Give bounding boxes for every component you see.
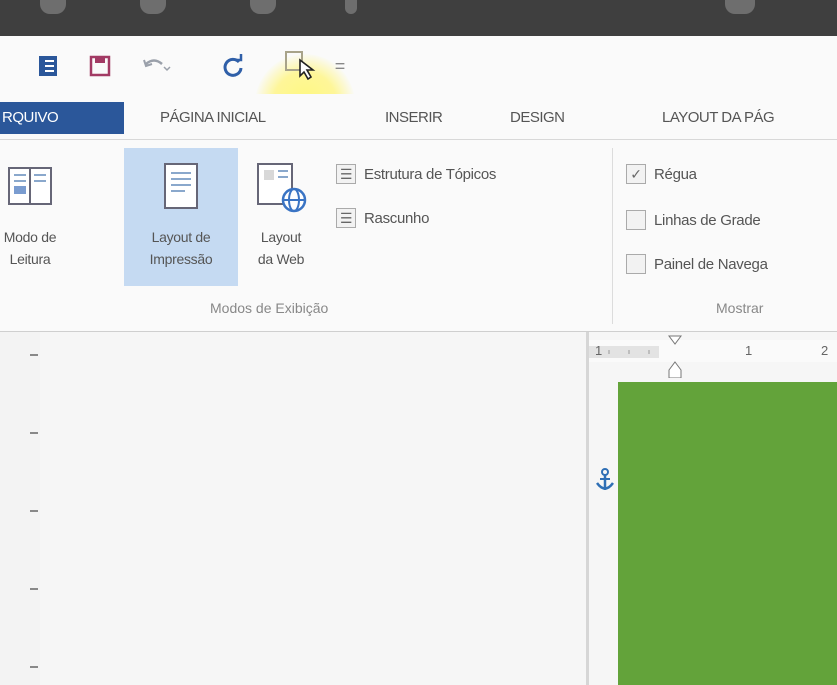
draft-icon: ☰ xyxy=(336,208,356,228)
read-mode-label: Modo de Leitura xyxy=(3,229,57,267)
page-divider xyxy=(586,332,589,685)
read-mode-icon xyxy=(5,160,55,219)
rascunho-button[interactable]: ☰ Rascunho xyxy=(336,204,429,232)
word-icon[interactable] xyxy=(34,52,62,80)
checkmark-icon: ✓ xyxy=(626,164,646,184)
window-control-blob xyxy=(725,0,755,14)
ruler-tick xyxy=(30,432,38,434)
ruler-tick xyxy=(30,588,38,590)
tab-layout-da-pagina[interactable]: LAYOUT DA PÁG xyxy=(662,104,775,132)
window-control-blob xyxy=(40,0,66,14)
modos-exibicao-group-label: Modos de Exibição xyxy=(210,300,329,316)
checkbox-empty-icon xyxy=(626,210,646,230)
regua-label: Régua xyxy=(654,165,697,183)
redo-icon[interactable] xyxy=(218,52,248,80)
web-layout-label: Layout da Web xyxy=(257,229,305,267)
tab-design[interactable]: DESIGN xyxy=(510,104,565,132)
customize-icon[interactable]: = xyxy=(330,52,350,80)
print-layout-icon xyxy=(159,160,203,219)
horizontal-ruler[interactable]: 1 1 2 xyxy=(589,335,837,378)
indent-marker-icon[interactable] xyxy=(665,334,685,378)
anchor-icon xyxy=(594,468,616,494)
ruler-tick xyxy=(30,666,38,668)
ruler-tick xyxy=(30,510,38,512)
green-rectangle-shape[interactable] xyxy=(618,382,837,685)
mostrar-group-label: Mostrar xyxy=(716,300,764,316)
quick-access-toolbar: = xyxy=(0,36,837,154)
tab-pagina-inicial[interactable]: PÁGINA INICIAL xyxy=(160,104,266,132)
ribbon-panel: Modo de Leitura Layout de Impressão Layo… xyxy=(0,140,837,332)
ribbon-tab-bar: RQUIVO PÁGINA INICIAL INSERIR DESIGN LAY… xyxy=(0,94,837,140)
estrutura-topicos-label: Estrutura de Tópicos xyxy=(364,165,497,183)
print-layout-label: Layout de Impressão xyxy=(149,229,213,267)
checkbox-empty-icon xyxy=(626,254,646,274)
web-layout-button[interactable]: Layout da Web xyxy=(240,148,322,286)
linhas-grade-label: Linhas de Grade xyxy=(654,211,761,229)
linhas-grade-checkbox[interactable]: Linhas de Grade xyxy=(626,206,761,234)
estrutura-topicos-button[interactable]: ☰ Estrutura de Tópicos xyxy=(336,160,496,188)
painel-navegacao-checkbox[interactable]: Painel de Navega xyxy=(626,250,768,278)
window-control-blob xyxy=(250,0,276,14)
print-layout-button[interactable]: Layout de Impressão xyxy=(124,148,238,286)
outline-icon: ☰ xyxy=(336,164,356,184)
tab-inserir[interactable]: INSERIR xyxy=(385,104,443,132)
read-mode-button[interactable]: Modo de Leitura xyxy=(0,148,60,286)
regua-checkbox[interactable]: ✓ Régua xyxy=(626,160,697,188)
touch-mode-icon[interactable] xyxy=(280,50,318,80)
ruler-track xyxy=(589,346,659,358)
window-control-blob xyxy=(140,0,166,14)
document-area: 1 1 2 xyxy=(0,332,837,685)
window-control-blob xyxy=(345,0,357,14)
web-layout-icon xyxy=(254,160,308,219)
group-separator xyxy=(612,148,613,324)
ruler-tick xyxy=(30,354,38,356)
title-bar xyxy=(0,0,837,36)
vertical-ruler xyxy=(0,332,40,685)
undo-icon[interactable] xyxy=(140,52,174,80)
ruler-number: 1 xyxy=(595,343,603,358)
tab-arquivo[interactable]: RQUIVO xyxy=(0,102,124,134)
painel-navegacao-label: Painel de Navega xyxy=(654,255,768,273)
ruler-number: 2 xyxy=(821,343,829,358)
save-icon[interactable] xyxy=(86,52,114,80)
ruler-number: 1 xyxy=(745,343,753,358)
rascunho-label: Rascunho xyxy=(364,209,430,227)
